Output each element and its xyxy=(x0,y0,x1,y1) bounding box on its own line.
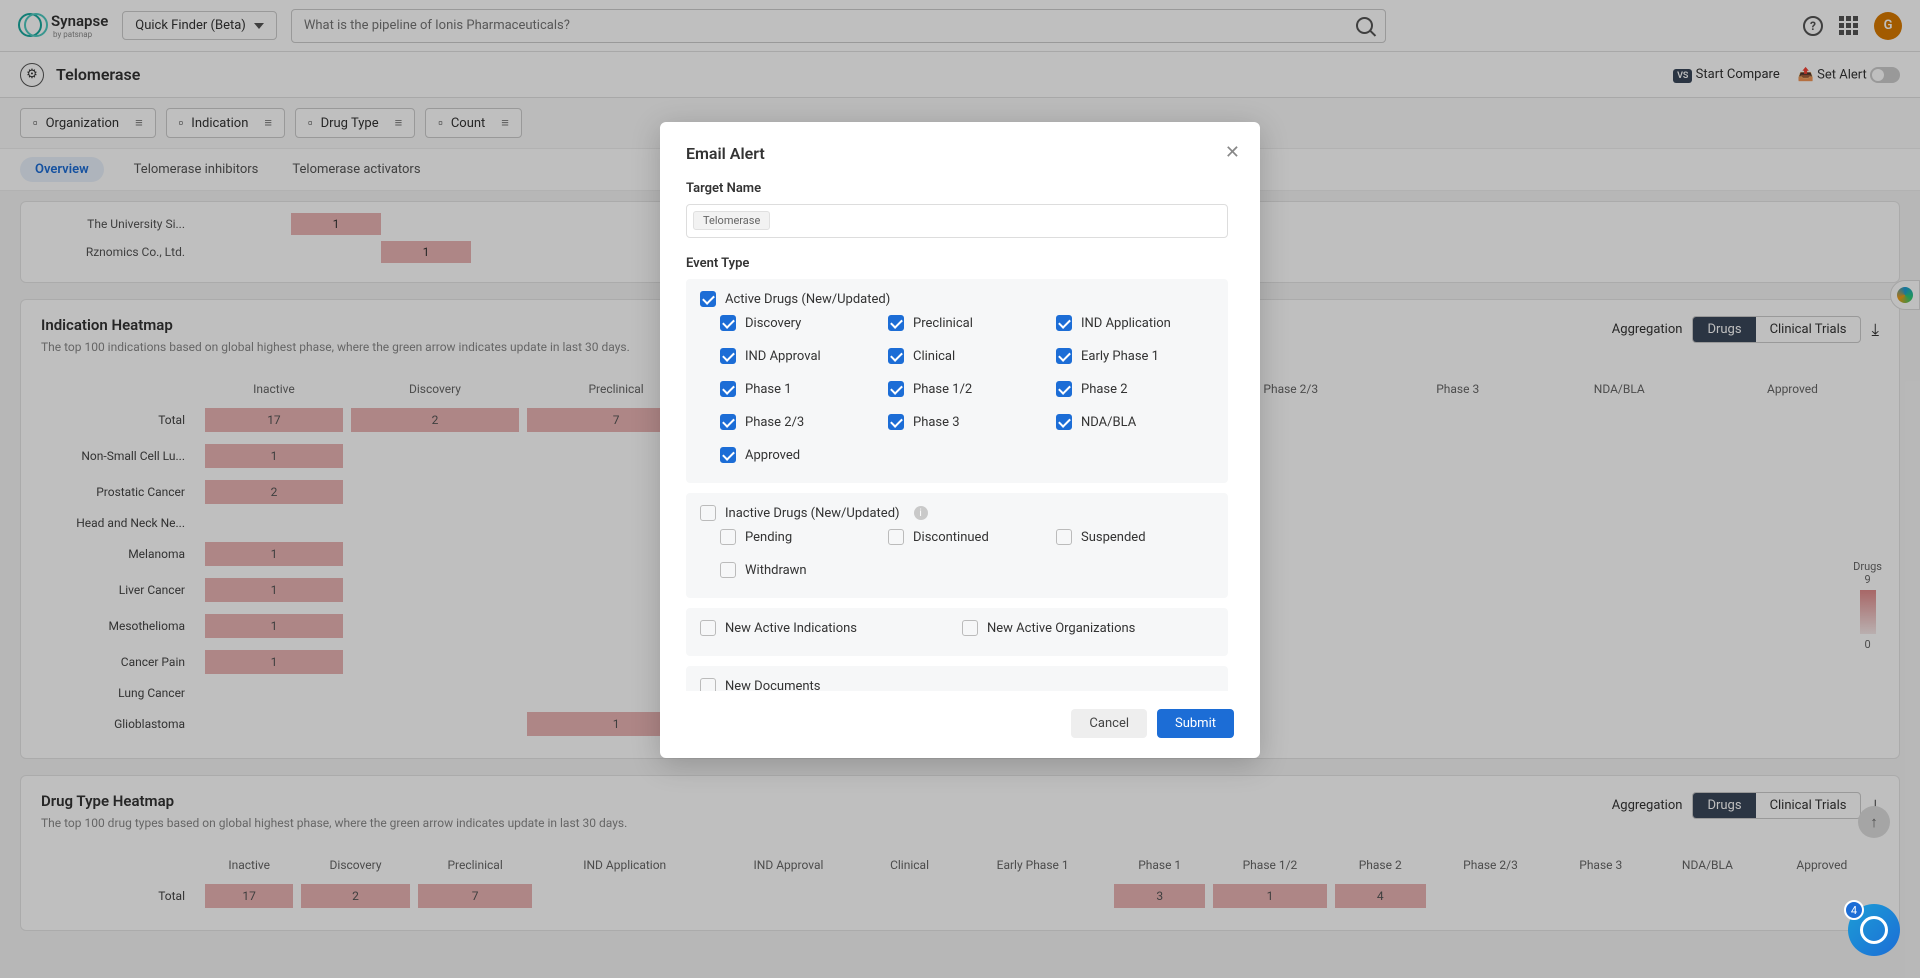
target-chip[interactable]: Telomerase xyxy=(693,211,770,230)
checkbox-icon[interactable] xyxy=(888,348,904,364)
inactive-drugs-section: Inactive Drugs (New/Updated) i Pending Di… xyxy=(686,493,1228,598)
checkbox-icon[interactable] xyxy=(1056,529,1072,545)
checkbox-icon[interactable] xyxy=(700,620,716,636)
active-drugs-section: Active Drugs (New/Updated) Discovery Prec… xyxy=(686,279,1228,483)
inactive-drugs-items: Pending Discontinued Suspended Withdrawn xyxy=(700,529,1214,586)
checkbox-item[interactable]: Suspended xyxy=(1056,529,1214,545)
checkbox-item[interactable]: Discovery xyxy=(720,315,878,331)
checkbox-icon[interactable] xyxy=(720,348,736,364)
checkbox-icon[interactable] xyxy=(962,620,978,636)
checkbox-item[interactable]: Preclinical xyxy=(888,315,1046,331)
checkbox-item[interactable]: IND Application xyxy=(1056,315,1214,331)
checkbox-item[interactable]: Phase 3 xyxy=(888,414,1046,430)
chat-badge: 4 xyxy=(1844,900,1864,920)
checkbox-item[interactable]: Phase 2 xyxy=(1056,381,1214,397)
checkbox-item[interactable]: Early Phase 1 xyxy=(1056,348,1214,364)
checkbox-item[interactable]: NDA/BLA xyxy=(1056,414,1214,430)
checkbox-icon[interactable] xyxy=(700,505,716,521)
active-drugs-checkbox[interactable]: Active Drugs (New/Updated) xyxy=(700,291,1214,307)
checkbox-icon[interactable] xyxy=(888,315,904,331)
checkbox-item[interactable]: Pending xyxy=(720,529,878,545)
checkbox-icon[interactable] xyxy=(888,414,904,430)
checkbox-icon[interactable] xyxy=(700,291,716,307)
checkbox-icon[interactable] xyxy=(720,447,736,463)
active-drugs-items: Discovery Preclinical IND Application IND A… xyxy=(700,315,1214,471)
modal-title: Email Alert xyxy=(686,144,1234,163)
checkbox-icon[interactable] xyxy=(720,315,736,331)
checkbox-icon[interactable] xyxy=(1056,315,1072,331)
target-name-label: Target Name xyxy=(686,181,1228,196)
checkbox-item[interactable]: Phase 2/3 xyxy=(720,414,878,430)
cancel-button[interactable]: Cancel xyxy=(1071,709,1147,738)
info-icon[interactable]: i xyxy=(914,506,928,520)
modal-footer: Cancel Submit xyxy=(686,709,1234,738)
checkbox-item[interactable]: Withdrawn xyxy=(720,562,878,578)
checkbox-icon[interactable] xyxy=(888,381,904,397)
checkbox-item[interactable]: New Active Indications xyxy=(700,620,952,636)
email-alert-modal: ✕ Email Alert Target Name Telomerase Eve… xyxy=(660,122,1260,758)
checkbox-item[interactable]: Clinical xyxy=(888,348,1046,364)
close-icon[interactable]: ✕ xyxy=(1225,142,1240,163)
checkbox-item[interactable]: Phase 1 xyxy=(720,381,878,397)
new-active-section: New Active Indications New Active Organiz… xyxy=(686,608,1228,656)
new-documents-section: New Documents Clinical TrialsPatents xyxy=(686,666,1228,691)
checkbox-icon[interactable] xyxy=(720,381,736,397)
checkbox-icon[interactable] xyxy=(1056,414,1072,430)
checkbox-icon[interactable] xyxy=(1056,348,1072,364)
checkbox-icon[interactable] xyxy=(1056,381,1072,397)
new-documents-checkbox[interactable]: New Documents xyxy=(700,678,1214,691)
target-name-field[interactable]: Telomerase xyxy=(686,204,1228,238)
submit-button[interactable]: Submit xyxy=(1157,709,1234,738)
checkbox-icon[interactable] xyxy=(720,562,736,578)
chat-fab[interactable]: 4 xyxy=(1848,904,1900,956)
event-type-label: Event Type xyxy=(686,256,1228,271)
checkbox-item[interactable]: Discontinued xyxy=(888,529,1046,545)
checkbox-icon[interactable] xyxy=(700,678,716,691)
checkbox-icon[interactable] xyxy=(720,414,736,430)
checkbox-icon[interactable] xyxy=(720,529,736,545)
checkbox-item[interactable]: Phase 1/2 xyxy=(888,381,1046,397)
checkbox-item[interactable]: IND Approval xyxy=(720,348,878,364)
checkbox-item[interactable]: New Active Organizations xyxy=(962,620,1214,636)
checkbox-item[interactable]: Approved xyxy=(720,447,878,463)
inactive-drugs-checkbox[interactable]: Inactive Drugs (New/Updated) i xyxy=(700,505,1214,521)
checkbox-icon[interactable] xyxy=(888,529,904,545)
